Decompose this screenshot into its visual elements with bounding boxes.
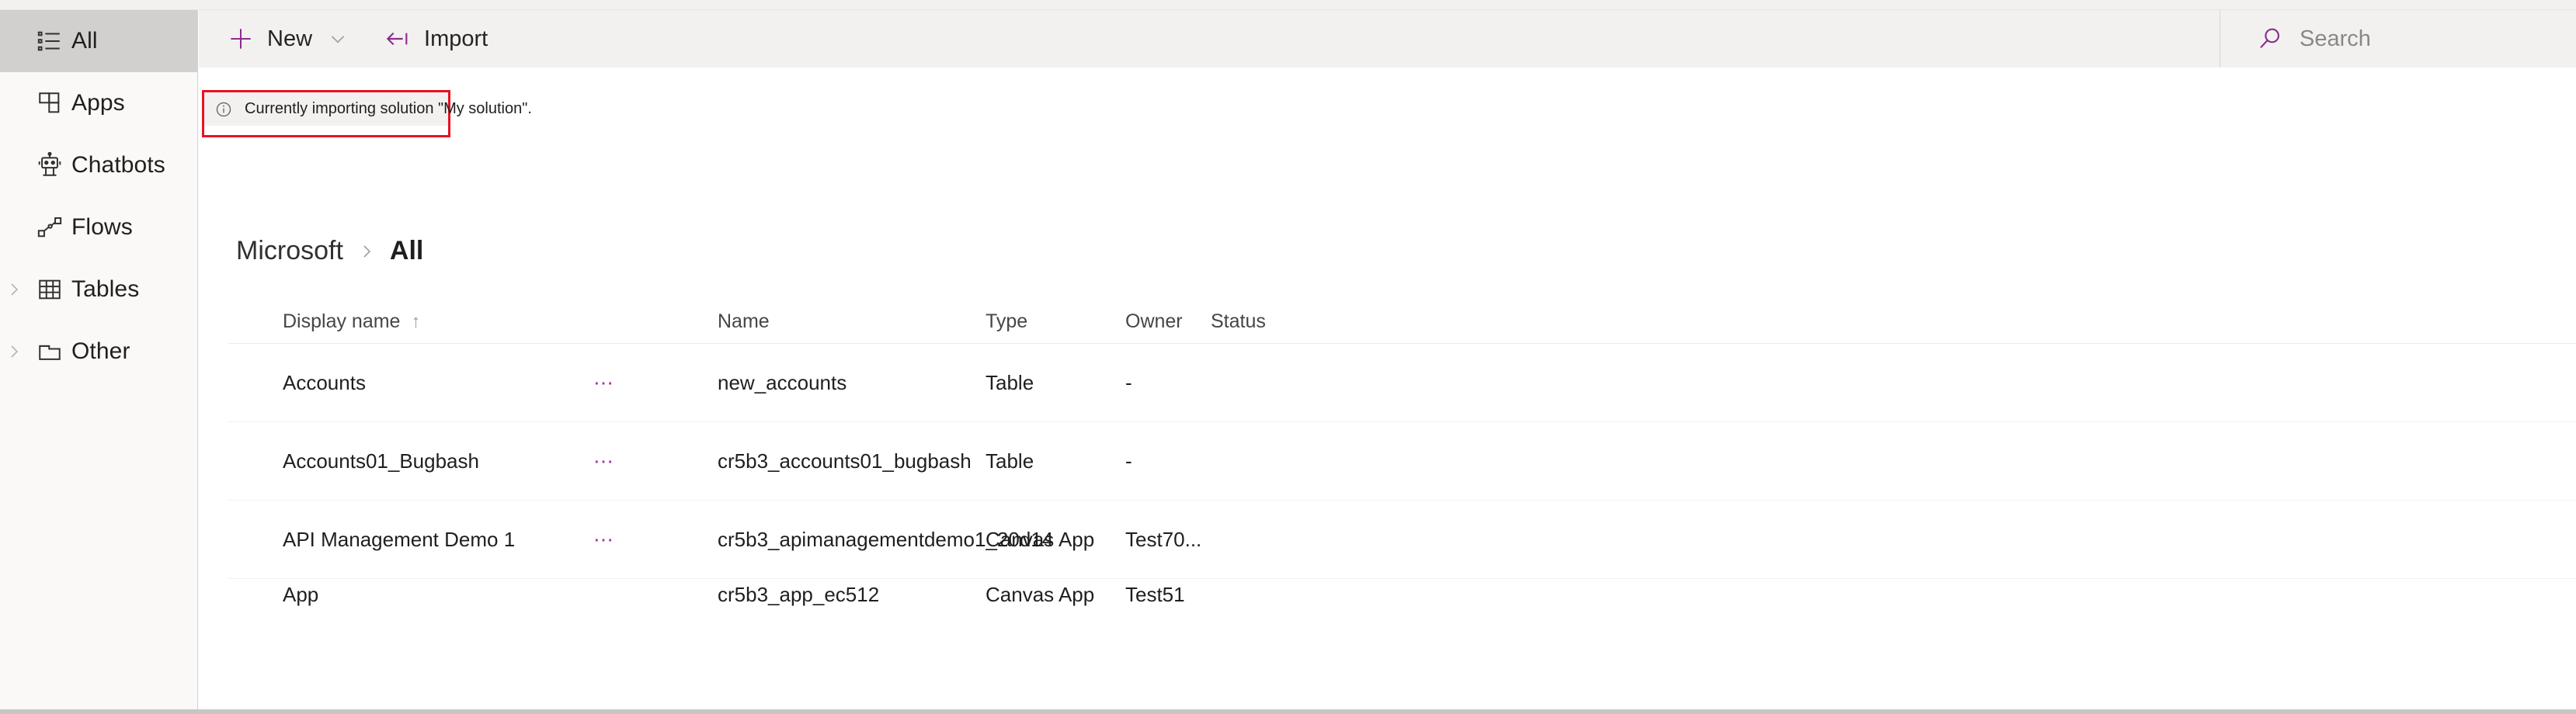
column-header-type[interactable]: Type <box>986 310 1125 333</box>
cell-name: new_accounts <box>718 370 847 394</box>
sidebar-item-label: Flows <box>71 214 133 240</box>
column-header-owner[interactable]: Owner <box>1125 310 1211 333</box>
row-actions: ⋯ <box>593 529 718 549</box>
table-row[interactable]: API Management Demo 1 ⋯ cr5b3_apimanagem… <box>228 501 2576 579</box>
chevron-right-icon <box>357 242 376 261</box>
column-header-status[interactable]: Status <box>1211 310 1366 333</box>
import-status-message: Currently importing solution "My solutio… <box>245 100 532 117</box>
search-input[interactable] <box>2300 26 2556 52</box>
info-circle-icon <box>215 101 232 118</box>
list-icon <box>28 28 71 54</box>
import-arrow-icon <box>385 26 410 51</box>
cell-type: Canvas App <box>986 527 1095 551</box>
ellipsis-icon[interactable]: ⋯ <box>593 529 617 549</box>
cell-owner: Test51 <box>1125 583 1185 606</box>
cell-name: cr5b3_app_ec512 <box>718 583 880 606</box>
new-button[interactable]: New <box>228 10 348 68</box>
import-status-banner: Currently importing solution "My solutio… <box>204 92 532 126</box>
search-area <box>2220 10 2576 68</box>
cell-type: Table <box>986 449 1034 473</box>
column-header-name[interactable]: Name <box>718 310 986 333</box>
apps-grid-icon <box>28 90 71 116</box>
cell-display-name[interactable]: App <box>228 583 593 607</box>
cell-display-name[interactable]: API Management Demo 1 <box>228 528 593 552</box>
cell-owner: - <box>1125 370 1132 394</box>
cell-name: cr5b3_accounts01_bugbash <box>718 449 972 473</box>
import-button[interactable]: Import <box>385 10 488 68</box>
table-row[interactable]: Accounts01_Bugbash ⋯ cr5b3_accounts01_bu… <box>228 422 2576 501</box>
sidebar-item-label: All <box>71 28 98 54</box>
arrow-up-icon: ↑ <box>411 311 421 332</box>
plus-icon <box>228 26 253 51</box>
row-actions: ⋯ <box>593 373 718 393</box>
sidebar-item-flows[interactable]: Flows <box>0 196 197 258</box>
table-row[interactable]: Accounts ⋯ new_accounts Table - <box>228 344 2576 422</box>
chevron-down-icon[interactable] <box>328 29 348 49</box>
cell-type: Table <box>986 370 1034 394</box>
folder-icon <box>28 338 71 365</box>
breadcrumb-item-microsoft[interactable]: Microsoft <box>236 236 343 266</box>
breadcrumb: Microsoft All <box>236 236 423 266</box>
column-header-display-name[interactable]: Display name ↑ <box>228 310 593 333</box>
page-title: All <box>389 236 424 265</box>
chevron-right-icon[interactable] <box>0 280 28 299</box>
table-grid-icon <box>28 276 71 303</box>
new-button-label: New <box>267 26 313 51</box>
sidebar-item-label: Apps <box>71 90 125 116</box>
ellipsis-icon[interactable]: ⋯ <box>593 451 617 471</box>
ellipsis-icon[interactable]: ⋯ <box>593 373 617 393</box>
cell-display-name[interactable]: Accounts01_Bugbash <box>228 449 593 473</box>
cell-name: cr5b3_apimanagementdemo1_20d14 <box>718 527 1054 551</box>
left-navigation: All Apps Chatbots Flows Tables Other <box>0 10 198 709</box>
main-content: Currently importing solution "My solutio… <box>199 68 2576 709</box>
table-row[interactable]: App cr5b3_app_ec512 Canvas App Test51 <box>228 579 2576 607</box>
sidebar-item-label: Chatbots <box>71 152 165 178</box>
sidebar-item-label: Other <box>71 338 130 364</box>
sidebar-item-chatbots[interactable]: Chatbots <box>0 134 197 196</box>
cell-type: Canvas App <box>986 583 1095 606</box>
cell-display-name[interactable]: Accounts <box>228 371 593 395</box>
sidebar-item-other[interactable]: Other <box>0 321 197 383</box>
table-header-row: Display name ↑ Name Type Owner Status <box>228 300 2576 344</box>
sidebar-item-label: Tables <box>71 276 140 302</box>
browser-top-strip <box>0 0 2576 10</box>
chevron-right-icon[interactable] <box>0 342 28 361</box>
flow-nodes-icon <box>28 214 71 241</box>
search-icon[interactable] <box>2258 26 2282 51</box>
sidebar-item-all[interactable]: All <box>0 10 197 72</box>
row-actions: ⋯ <box>593 451 718 471</box>
import-button-label: Import <box>424 26 488 51</box>
solutions-table: Display name ↑ Name Type Owner Status Acc… <box>228 300 2576 607</box>
robot-icon <box>28 152 71 178</box>
cell-owner: Test70... <box>1125 527 1202 551</box>
cell-owner: - <box>1125 449 1132 473</box>
sidebar-item-tables[interactable]: Tables <box>0 258 197 321</box>
annotation-highlight-box: Currently importing solution "My solutio… <box>202 90 532 137</box>
horizontal-scrollbar[interactable] <box>0 709 2576 714</box>
sidebar-item-apps[interactable]: Apps <box>0 72 197 134</box>
